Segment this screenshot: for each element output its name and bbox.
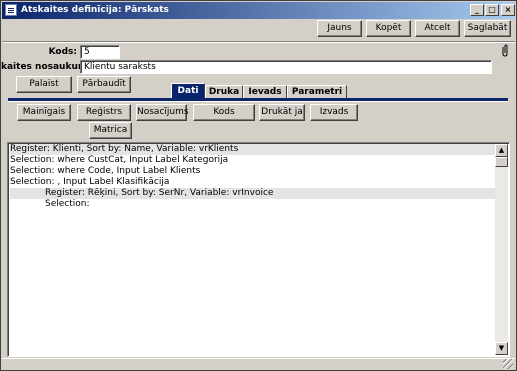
tab-dati[interactable]: Dati (171, 83, 205, 99)
close-button[interactable]: × (501, 4, 515, 16)
tab-ievads[interactable]: Ievads (243, 85, 287, 99)
new-button[interactable]: Jauns (317, 20, 362, 37)
check-button[interactable]: Pārbaudīt (77, 76, 131, 93)
condition-button[interactable]: Nosacījums (136, 104, 189, 121)
name-label: kaites nosaukums: (1, 62, 97, 72)
scroll-thumb[interactable] (495, 157, 508, 167)
code-field[interactable]: 5 (80, 45, 120, 59)
list-item[interactable]: Selection: , Input Label Klasifikācija (10, 177, 498, 188)
code-label: Kods: (48, 47, 77, 57)
print-if-button[interactable]: Drukāt ja (259, 104, 305, 121)
definition-list[interactable]: Register: Klienti, Sort by: Name, Variab… (7, 142, 510, 357)
paperclip-icon[interactable] (499, 44, 511, 58)
register-button[interactable]: Reģistrs (77, 104, 131, 121)
cancel-button[interactable]: Atcelt (415, 20, 460, 37)
list-item[interactable]: Register: Klienti, Sort by: Name, Variab… (10, 144, 498, 155)
toolbar-divider (2, 41, 515, 43)
report-definition-window: Atskaites definīcija: Pārskats _ □ × Jau… (0, 0, 517, 371)
tab-druka[interactable]: Druka (205, 85, 243, 99)
list-item[interactable]: Selection: where CustCat, Input Label Ka… (10, 155, 498, 166)
scroll-down-button[interactable]: ▼ (495, 342, 508, 355)
title-bar[interactable]: Atskaites definīcija: Pārskats _ □ × (2, 2, 515, 19)
save-button[interactable]: Saglabāt (464, 20, 511, 37)
copy-button[interactable]: Kopēt (366, 20, 411, 37)
code-button[interactable]: Kods (193, 104, 255, 121)
name-field[interactable]: Klientu saraksts (80, 60, 492, 74)
list-item[interactable]: Register: Rēķini, Sort by: SerNr, Variab… (10, 188, 498, 199)
vertical-scrollbar[interactable]: ▲ ▼ (495, 144, 508, 355)
run-button[interactable]: Palaist (16, 76, 72, 93)
window-title: Atskaites definīcija: Pārskats (21, 5, 169, 15)
output-button[interactable]: Izvads (310, 104, 358, 121)
maximize-button[interactable]: □ (485, 4, 499, 16)
list-item[interactable]: Selection: (10, 199, 498, 210)
resize-grip-icon[interactable] (503, 359, 513, 369)
variable-button[interactable]: Mainīgais (17, 104, 71, 121)
minimize-button[interactable]: _ (470, 4, 484, 16)
status-bar (2, 358, 515, 370)
tab-parametri[interactable]: Parametri (287, 85, 347, 99)
window-icon (5, 4, 17, 16)
tab-divider-highlight (8, 101, 508, 102)
matrix-button[interactable]: Matrica (89, 122, 132, 139)
scroll-up-button[interactable]: ▲ (495, 144, 508, 157)
list-item[interactable]: Selection: where Code, Input Label Klien… (10, 166, 498, 177)
